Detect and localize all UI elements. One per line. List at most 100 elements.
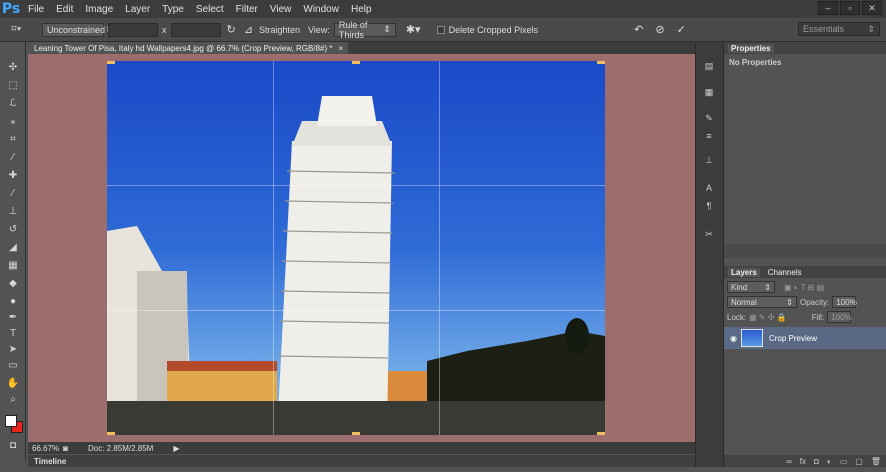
- gradient-tool-icon[interactable]: ▦: [3, 258, 23, 272]
- menu-layer[interactable]: Layer: [119, 4, 156, 15]
- lock-label: Lock:: [727, 312, 747, 322]
- close-icon[interactable]: ×: [338, 44, 343, 53]
- straighten-icon[interactable]: ⊿: [244, 23, 253, 36]
- menu-window[interactable]: Window: [297, 4, 345, 15]
- tab-layers[interactable]: Layers: [728, 267, 760, 277]
- menu-view[interactable]: View: [264, 4, 298, 15]
- menu-type[interactable]: Type: [156, 4, 190, 15]
- tab-properties[interactable]: Properties: [728, 43, 774, 53]
- width-input[interactable]: [108, 22, 158, 37]
- status-info-icon[interactable]: ◙: [63, 444, 68, 453]
- history-brush-tool-icon[interactable]: ↺: [3, 222, 23, 236]
- reset-icon[interactable]: ↶: [634, 23, 643, 36]
- trash-icon[interactable]: 🗑: [871, 457, 881, 466]
- cancel-icon[interactable]: ⊘: [655, 23, 664, 36]
- zoom-tool-icon[interactable]: ⌕: [3, 392, 23, 406]
- magic-wand-tool-icon[interactable]: ⁎: [3, 114, 23, 128]
- delete-cropped-label: Delete Cropped Pixels: [448, 24, 539, 35]
- menu-image[interactable]: Image: [79, 4, 119, 15]
- clone-source-icon[interactable]: ⊥: [702, 154, 716, 166]
- eye-visibility-icon[interactable]: ◉: [730, 334, 737, 343]
- layer-kind-filter-value: Kind: [731, 282, 748, 292]
- maximize-button[interactable]: ▫: [840, 1, 860, 15]
- new-layer-icon[interactable]: ▢: [855, 457, 863, 466]
- menu-help[interactable]: Help: [345, 4, 378, 15]
- document-tab[interactable]: Leaning Tower Of Pisa, Italy hd Wallpape…: [28, 42, 348, 54]
- options-bar: ⌗▾ Unconstrained⇕ x ↻ ⊿ Straighten View:…: [0, 18, 886, 42]
- aspect-ratio-select[interactable]: Unconstrained⇕: [42, 22, 113, 37]
- folder-icon[interactable]: ▭: [840, 457, 848, 466]
- path-selection-tool-icon[interactable]: ➤: [3, 342, 23, 356]
- close-window-button[interactable]: ✕: [862, 1, 882, 15]
- menu-edit[interactable]: Edit: [50, 4, 79, 15]
- hand-tool-icon[interactable]: ✋: [3, 376, 23, 390]
- tool-presets-icon[interactable]: ✂: [702, 228, 716, 240]
- blur-tool-icon[interactable]: ◆: [3, 276, 23, 290]
- crop-handle-bottom-right[interactable]: [597, 432, 605, 435]
- minimize-button[interactable]: –: [818, 1, 838, 15]
- crop-handle-top[interactable]: [352, 61, 360, 64]
- timeline-panel-tab[interactable]: Timeline: [28, 455, 695, 467]
- shape-tool-icon[interactable]: ▭: [3, 358, 23, 372]
- blend-mode-select[interactable]: Normal ⇕: [727, 296, 797, 308]
- menu-select[interactable]: Select: [190, 4, 230, 15]
- eyedropper-tool-icon[interactable]: ⁄: [3, 150, 23, 164]
- zoom-level[interactable]: 66.67%: [32, 444, 59, 453]
- type-tool-icon[interactable]: T: [3, 326, 23, 340]
- move-tool-icon[interactable]: ✣: [3, 60, 23, 74]
- paragraph-panel-icon[interactable]: ¶: [702, 200, 716, 212]
- clear-icon[interactable]: ↻: [227, 23, 236, 36]
- opacity-input[interactable]: 100%: [832, 296, 857, 308]
- document-size: Doc: 2.85M/2.85M: [87, 443, 154, 453]
- crop-handle-bottom-left[interactable]: [107, 432, 115, 435]
- pen-tool-icon[interactable]: ✒: [3, 310, 23, 324]
- thirds-grid-line: [107, 310, 605, 311]
- filter-type-icons[interactable]: ▣ ◐ T ⊞ ▤: [784, 283, 824, 292]
- fill-input[interactable]: 100%: [827, 311, 852, 323]
- crop-preview-image[interactable]: [107, 61, 605, 435]
- crop-handle-bottom[interactable]: [352, 432, 360, 435]
- mask-icon[interactable]: ◘: [814, 457, 819, 466]
- actions-panel-icon[interactable]: ▦: [702, 86, 716, 98]
- fx-icon[interactable]: fx: [800, 457, 806, 466]
- foreground-color-swatch[interactable]: [5, 415, 17, 427]
- crop-tool-icon[interactable]: ⌗: [3, 132, 23, 146]
- marquee-tool-icon[interactable]: ⬚: [3, 78, 23, 92]
- dodge-tool-icon[interactable]: ●: [3, 294, 23, 308]
- adjustment-icon[interactable]: ◐: [827, 457, 832, 466]
- overlay-view-select[interactable]: Rule of Thirds ⇕: [333, 20, 396, 40]
- clone-stamp-tool-icon[interactable]: ⊥: [3, 204, 23, 218]
- lasso-tool-icon[interactable]: ℒ: [3, 96, 23, 110]
- gear-icon[interactable]: ✱▾: [406, 23, 421, 36]
- link-icon[interactable]: ∞: [786, 457, 792, 466]
- quick-mask-icon[interactable]: ◘: [3, 438, 23, 452]
- history-panel-icon[interactable]: ▤: [702, 60, 716, 72]
- brush-tool-icon[interactable]: ∕: [3, 186, 23, 200]
- commit-check-icon[interactable]: ✓: [677, 23, 686, 36]
- lock-options-icons[interactable]: ▦ ✎ ✣ 🔒: [749, 313, 787, 322]
- leaning-tower-photo: [107, 96, 605, 435]
- workspace-select[interactable]: Essentials ⇕: [798, 22, 880, 36]
- crop-tool-preset-icon[interactable]: ⌗▾: [0, 20, 32, 40]
- brush-presets-icon[interactable]: ≡: [702, 130, 716, 142]
- crop-handle-top-left[interactable]: [107, 61, 115, 64]
- brush-panel-icon[interactable]: ✎: [702, 112, 716, 124]
- chevron-down-icon: ⇕: [383, 24, 391, 34]
- layer-kind-filter-select[interactable]: Kind ⇕: [727, 281, 775, 293]
- status-menu-arrow-icon[interactable]: ▶: [173, 444, 179, 453]
- delete-cropped-checkbox[interactable]: [436, 25, 445, 34]
- healing-brush-tool-icon[interactable]: ✚: [3, 168, 23, 182]
- character-panel-icon[interactable]: A: [702, 182, 716, 194]
- crop-handle-top-right[interactable]: [597, 61, 605, 64]
- menu-filter[interactable]: Filter: [230, 4, 264, 15]
- straighten-label[interactable]: Straighten: [259, 25, 300, 35]
- swap-label: x: [162, 24, 167, 35]
- menu-file[interactable]: File: [22, 4, 50, 15]
- layer-row[interactable]: ◉ Crop Preview: [724, 327, 886, 349]
- eraser-tool-icon[interactable]: ◢: [3, 240, 23, 254]
- tab-channels[interactable]: Channels: [768, 268, 802, 277]
- panel-icon-strip: ▤ ▦ ✎ ≡ ⊥ A ¶ ✂: [695, 42, 723, 467]
- height-input[interactable]: [170, 22, 221, 37]
- status-bar: 66.67% ◙ Doc: 2.85M/2.85M ▶: [28, 442, 695, 454]
- thirds-grid-line: [107, 185, 605, 186]
